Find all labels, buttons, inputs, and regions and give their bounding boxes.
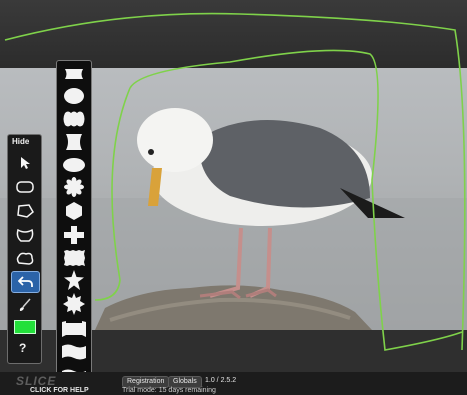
flower-shape-icon bbox=[64, 177, 84, 197]
status-bar: SLICE CLICK FOR HELP Registration Global… bbox=[0, 372, 467, 395]
polygon-tool-button[interactable] bbox=[11, 201, 38, 221]
shape-ellipse-button[interactable] bbox=[61, 155, 87, 175]
oval-shape-icon bbox=[64, 88, 84, 104]
rounded-rect-tool-button[interactable] bbox=[11, 177, 38, 197]
brush-tool-button[interactable] bbox=[11, 295, 38, 315]
shape-star-button[interactable] bbox=[61, 270, 87, 290]
shape-stamp-button[interactable] bbox=[61, 248, 87, 268]
polygon-icon bbox=[16, 204, 34, 218]
undo-button[interactable] bbox=[11, 271, 40, 293]
scalloped-rect-icon bbox=[63, 111, 85, 127]
shape-bracket-button[interactable] bbox=[61, 132, 87, 152]
fill-color-swatch[interactable] bbox=[14, 320, 36, 334]
bracket-rect-icon bbox=[66, 134, 82, 150]
click-for-help-link[interactable]: CLICK FOR HELP bbox=[30, 387, 89, 394]
shape-hexagon-button[interactable] bbox=[61, 201, 87, 221]
shape-ticket-button[interactable] bbox=[61, 64, 87, 84]
banner-shape-icon bbox=[62, 321, 86, 337]
ellipse-shape-icon bbox=[63, 158, 85, 172]
shape-banner-button[interactable] bbox=[61, 319, 87, 339]
star-shape-icon bbox=[64, 270, 84, 290]
select-arrow-icon bbox=[20, 157, 30, 169]
select-tool-button[interactable] bbox=[11, 153, 38, 173]
bag-shape-icon bbox=[16, 228, 33, 242]
canvas-top-area bbox=[0, 0, 467, 68]
brush-icon bbox=[19, 298, 31, 311]
hexagon-shape-icon bbox=[66, 202, 82, 220]
shape-scalloped-button[interactable] bbox=[61, 109, 87, 129]
sunburst-shape-icon bbox=[63, 293, 85, 315]
shape-cross-button[interactable] bbox=[61, 225, 87, 245]
shape-palette bbox=[56, 60, 92, 387]
shape-oval-button[interactable] bbox=[61, 86, 87, 106]
shape-flower-button[interactable] bbox=[61, 177, 87, 197]
tool-panel: Hide ? bbox=[7, 134, 42, 364]
shape-sunburst-button[interactable] bbox=[61, 293, 87, 315]
stamp-shape-icon bbox=[64, 250, 85, 266]
trial-status: Trial mode: 15 days remaining bbox=[122, 387, 216, 394]
bag-shape-tool-button[interactable] bbox=[11, 225, 38, 245]
rounded-rect-icon bbox=[15, 181, 34, 193]
cloud-shape-icon bbox=[16, 252, 33, 265]
version-label: 1.0 / 2.5.2 bbox=[205, 377, 237, 384]
app-logo-text: SLICE bbox=[16, 374, 57, 388]
cloud-shape-tool-button[interactable] bbox=[11, 249, 38, 269]
shape-wave-rect-button[interactable] bbox=[61, 342, 87, 362]
undo-icon bbox=[17, 276, 33, 287]
hide-button[interactable]: Hide bbox=[12, 137, 29, 146]
wave-rect-icon bbox=[62, 344, 86, 360]
ticket-shape-icon bbox=[65, 69, 83, 79]
editor-canvas[interactable]: Hide ? SLICE CLICK FOR HELP Registration… bbox=[0, 0, 467, 395]
help-button[interactable]: ? bbox=[19, 341, 26, 355]
cross-shape-icon bbox=[64, 226, 84, 244]
